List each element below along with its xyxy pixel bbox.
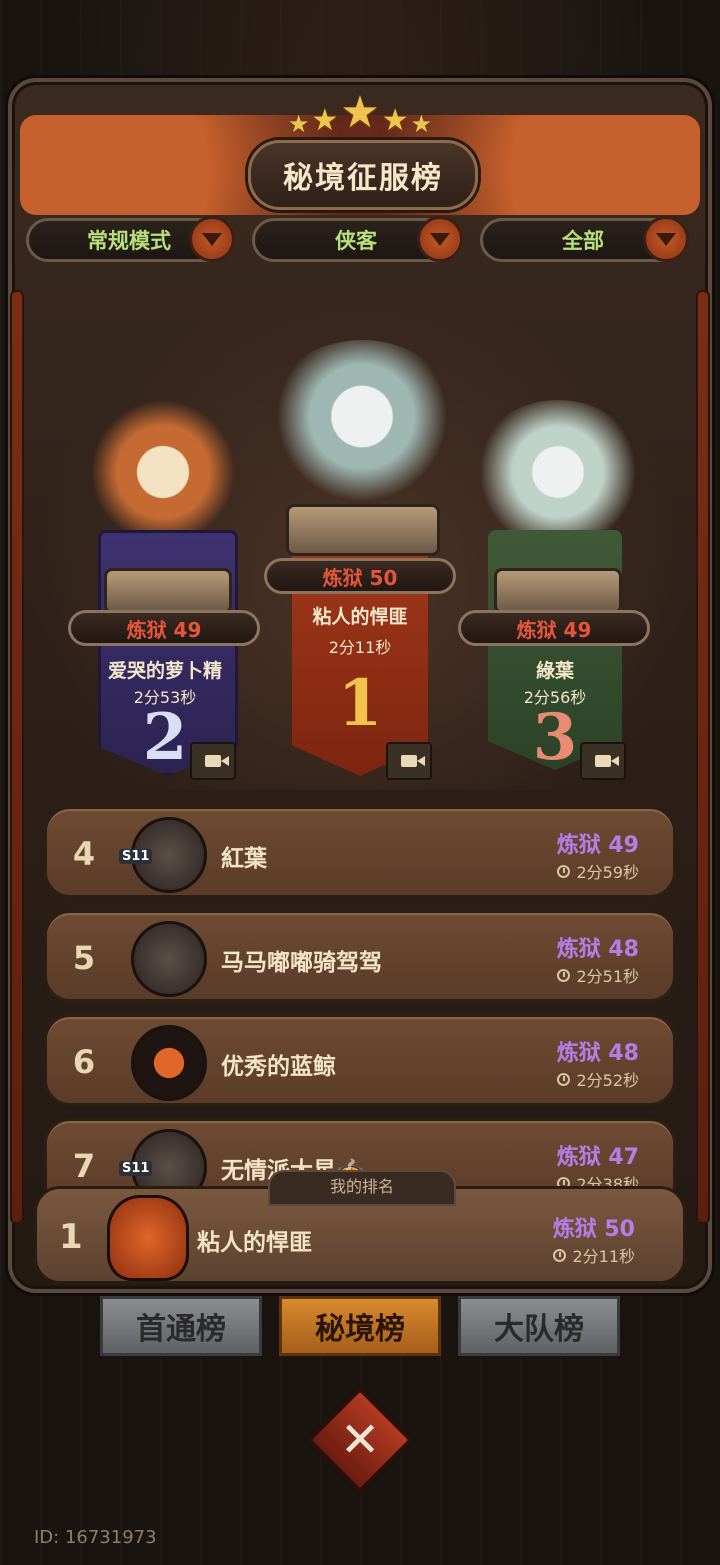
left-frame-bar bbox=[10, 290, 24, 1224]
first-place-tier: 炼狱 50 bbox=[264, 558, 456, 594]
row-tier: 炼狱 48 bbox=[556, 1041, 639, 1066]
video-camera-icon bbox=[401, 755, 425, 767]
my-player-name: 粘人的悍匪 bbox=[197, 1230, 312, 1256]
third-place-name: 綠葉 bbox=[535, 660, 574, 682]
video-camera-icon bbox=[205, 755, 229, 767]
row-rank: 7 bbox=[72, 1147, 96, 1185]
star-icon: ★ bbox=[311, 103, 339, 138]
leaderboard-row[interactable]: 6 优秀的蓝鲸 炼狱 48 2分52秒 bbox=[44, 1014, 676, 1106]
close-icon: ✕ bbox=[339, 1412, 381, 1468]
row-time: 2分59秒 bbox=[557, 859, 639, 883]
third-place-tier: 炼狱 49 bbox=[458, 610, 650, 646]
first-place-rank: 1 bbox=[337, 666, 383, 741]
second-place-name: 爱哭的萝卜精 bbox=[107, 660, 222, 682]
mode-filter-label: 常规模式 bbox=[87, 229, 171, 253]
star-icon: ★ bbox=[410, 110, 433, 138]
scope-filter-label: 全部 bbox=[562, 229, 604, 253]
my-rank-number: 1 bbox=[59, 1217, 83, 1257]
row-time-value: 2分51秒 bbox=[576, 967, 639, 986]
second-place-pedestal bbox=[104, 568, 232, 614]
player-name: 紅葉 bbox=[221, 846, 267, 872]
my-time: 2分11秒 bbox=[553, 1243, 635, 1267]
first-place-pedestal bbox=[286, 504, 440, 556]
avatar[interactable] bbox=[107, 1195, 189, 1281]
row-rank: 4 bbox=[72, 835, 96, 873]
player-name: 优秀的蓝鲸 bbox=[221, 1054, 336, 1080]
row-tier: 炼狱 49 bbox=[556, 833, 639, 858]
my-time-value: 2分11秒 bbox=[572, 1247, 635, 1266]
leaderboard-row[interactable]: 4 S11 紅葉 炼狱 49 2分59秒 bbox=[44, 806, 676, 898]
page-title: 秘境征服榜 bbox=[248, 140, 478, 210]
row-time-value: 2分52秒 bbox=[576, 1071, 639, 1090]
chevron-down-icon[interactable] bbox=[189, 216, 235, 262]
star-icon: ★ bbox=[381, 103, 409, 138]
my-tier: 炼狱 50 bbox=[552, 1217, 635, 1242]
avatar[interactable] bbox=[131, 921, 207, 997]
stars-decoration: ★ ★ ★ ★ ★ bbox=[270, 87, 450, 138]
user-id: ID: 16731973 bbox=[34, 1527, 157, 1548]
clock-icon bbox=[557, 1072, 571, 1086]
row-time-value: 2分59秒 bbox=[576, 863, 639, 882]
row-time: 2分51秒 bbox=[557, 963, 639, 987]
star-icon: ★ bbox=[287, 110, 310, 138]
row-rank: 6 bbox=[72, 1043, 96, 1081]
third-place-replay-button[interactable] bbox=[580, 742, 626, 780]
tab-first-clear[interactable]: 首通榜 bbox=[100, 1296, 262, 1356]
clock-icon bbox=[553, 1248, 567, 1262]
class-filter-label: 侠客 bbox=[335, 229, 377, 253]
chevron-down-icon[interactable] bbox=[643, 216, 689, 262]
class-filter-dropdown[interactable]: 侠客 bbox=[252, 216, 463, 262]
first-place-character[interactable] bbox=[262, 340, 462, 510]
leaderboard-row[interactable]: 5 马马嘟嘟骑驾驾 炼狱 48 2分51秒 bbox=[44, 910, 676, 1002]
right-frame-bar bbox=[696, 290, 710, 1224]
row-rank: 5 bbox=[72, 939, 96, 977]
clock-icon bbox=[557, 968, 571, 982]
second-place-tier: 炼狱 49 bbox=[68, 610, 260, 646]
avatar[interactable] bbox=[131, 1025, 207, 1101]
third-place-pedestal bbox=[494, 568, 622, 614]
chevron-down-icon[interactable] bbox=[417, 216, 463, 262]
second-place-replay-button[interactable] bbox=[190, 742, 236, 780]
row-tier: 炼狱 47 bbox=[556, 1145, 639, 1170]
my-rank-label: 我的排名 bbox=[268, 1170, 456, 1206]
row-tier: 炼狱 48 bbox=[556, 937, 639, 962]
player-name: 马马嘟嘟骑驾驾 bbox=[221, 950, 382, 976]
star-icon: ★ bbox=[340, 87, 380, 138]
mode-filter-dropdown[interactable]: 常规模式 bbox=[26, 216, 235, 262]
tab-team[interactable]: 大队榜 bbox=[458, 1296, 620, 1356]
tab-secret-realm[interactable]: 秘境榜 bbox=[279, 1296, 441, 1356]
season-badge: S11 bbox=[119, 1161, 153, 1176]
first-place-time: 2分11秒 bbox=[328, 638, 392, 657]
video-camera-icon bbox=[595, 755, 619, 767]
first-place-name: 粘人的悍匪 bbox=[312, 606, 408, 628]
season-badge: S11 bbox=[119, 849, 153, 864]
row-time: 2分52秒 bbox=[557, 1067, 639, 1091]
scope-filter-dropdown[interactable]: 全部 bbox=[480, 216, 689, 262]
clock-icon bbox=[557, 864, 571, 878]
first-place-replay-button[interactable] bbox=[386, 742, 432, 780]
